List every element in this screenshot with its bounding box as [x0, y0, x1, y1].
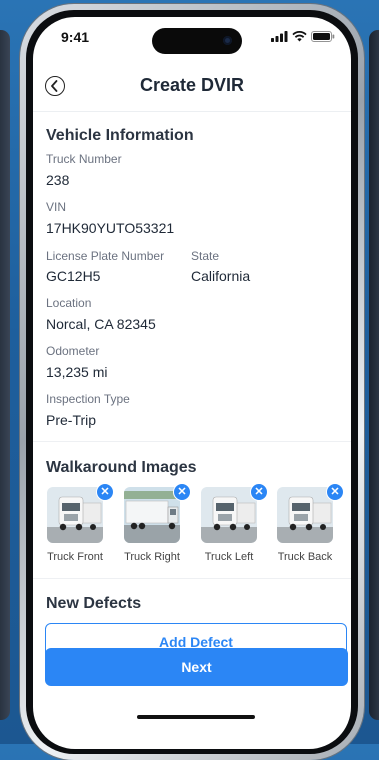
plate-value: GC12H5 [46, 268, 101, 284]
home-indicator [137, 715, 255, 719]
truck-number-value: 238 [46, 172, 70, 188]
walkaround-thumbnail[interactable] [124, 487, 180, 543]
walkaround-thumbnail[interactable] [277, 487, 333, 543]
section-divider [33, 578, 351, 579]
close-icon: ✕ [177, 486, 187, 498]
remove-image-button[interactable]: ✕ [250, 483, 268, 501]
status-bar: 9:41 [33, 17, 351, 63]
status-time: 9:41 [61, 29, 90, 45]
vin-label: VIN [46, 200, 67, 214]
adjacent-phone-right [369, 30, 379, 720]
remove-image-button[interactable]: ✕ [326, 483, 344, 501]
header: Create DVIR [33, 69, 351, 112]
plate-label: License Plate Number [46, 249, 165, 263]
walkaround-image-label: Truck Back [277, 551, 333, 563]
section-divider [33, 441, 351, 442]
close-icon: ✕ [100, 486, 110, 498]
status-icons [271, 31, 335, 42]
dynamic-island [152, 28, 242, 54]
walkaround-image-label: Truck Right [124, 551, 180, 563]
state-label: State [191, 249, 220, 263]
close-icon: ✕ [330, 486, 340, 498]
wifi-icon [292, 31, 307, 42]
camera-icon [223, 36, 232, 45]
vehicle-section-title: Vehicle Information [46, 127, 194, 144]
walkaround-thumbnail[interactable] [201, 487, 257, 543]
walkaround-image-label: Truck Front [47, 551, 103, 563]
battery-icon [311, 31, 335, 42]
remove-image-button[interactable]: ✕ [96, 483, 114, 501]
defects-section-title: New Defects [46, 595, 142, 612]
close-icon: ✕ [254, 486, 264, 498]
inspection-type-label: Inspection Type [46, 392, 130, 406]
remove-image-button[interactable]: ✕ [173, 483, 191, 501]
location-label: Location [46, 296, 92, 310]
walkaround-thumbnail[interactable] [47, 487, 103, 543]
inspection-type-value: Pre-Trip [46, 412, 97, 428]
walkaround-image-label: Truck Left [204, 551, 254, 563]
location-value: Norcal, CA 82345 [46, 316, 156, 332]
signal-icon [271, 31, 288, 42]
odometer-value: 13,235 mi [46, 364, 108, 380]
truck-number-label: Truck Number [46, 152, 122, 166]
next-button[interactable]: Next [45, 648, 348, 686]
page-title: Create DVIR [139, 75, 245, 95]
walkaround-section-title: Walkaround Images [46, 459, 197, 476]
adjacent-phone-left [0, 30, 10, 720]
odometer-label: Odometer [46, 344, 100, 358]
phone-screen: 9:41 Create DVIR Vehicle Information Tru… [33, 17, 351, 749]
state-value: California [191, 268, 251, 284]
vin-value: 17HK90YUTO53321 [46, 220, 175, 236]
next-label: Next [181, 659, 212, 675]
